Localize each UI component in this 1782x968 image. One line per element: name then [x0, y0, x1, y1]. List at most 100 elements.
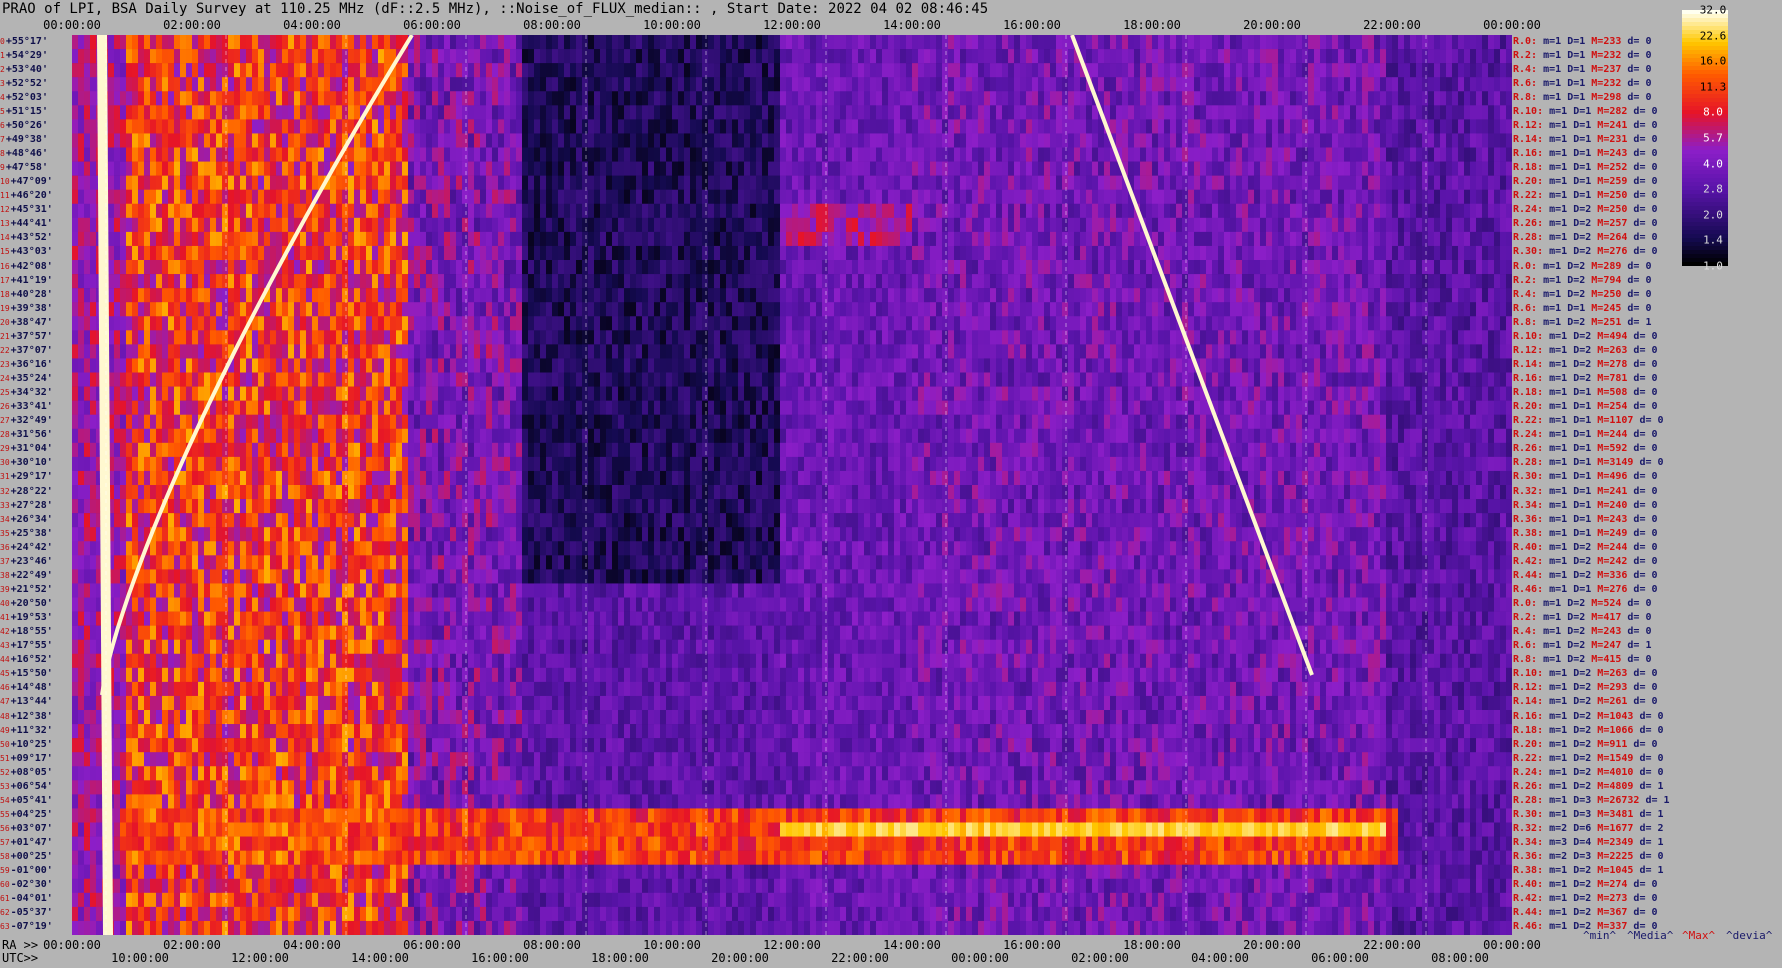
dec-label: 57+01°47' [0, 837, 53, 848]
dec-value: +19°53' [10, 612, 53, 624]
dec-value: +25°38' [10, 527, 53, 539]
stat-row-name: R.30: [1513, 808, 1544, 820]
stat-row-name: R.6: [1513, 640, 1538, 652]
utc-tick: 10:00:00 [111, 951, 169, 965]
dec-value: +55°17' [5, 35, 48, 47]
stat-min-dev: m=1 D=2 [1537, 260, 1592, 272]
row-index: 5 [0, 106, 5, 116]
dec-value: +39°38' [10, 302, 53, 314]
ra-tick: 20:00:00 [1243, 938, 1301, 952]
stat-devia: d= 0 [1627, 513, 1658, 525]
row-stat: R.0: m=1 D=2 M=524 d= 0 [1513, 598, 1652, 609]
stat-row-name: R.2: [1513, 49, 1538, 61]
stat-max: M=2349 [1597, 837, 1634, 849]
stat-row-name: R.16: [1513, 710, 1544, 722]
stat-max: M=232 [1591, 77, 1622, 89]
row-stat: R.32: m=1 D=1 M=241 d= 0 [1513, 486, 1658, 497]
row-index: 0 [0, 36, 5, 46]
dec-value: +27°28' [10, 499, 53, 511]
row-index: 40 [0, 599, 10, 608]
row-stat: R.16: m=1 D=1 M=243 d= 0 [1513, 148, 1658, 159]
stat-min-dev: m=2 D=6 [1543, 823, 1598, 834]
stat-min-dev: m=1 D=2 [1537, 654, 1592, 666]
ra-tick: 12:00:00 [763, 938, 821, 952]
stat-devia: d= 0 [1627, 738, 1658, 750]
heatmap-row [72, 766, 1512, 781]
row-stat: R.46: m=1 D=1 M=276 d= 0 [1513, 584, 1658, 595]
source-track-vertical [97, 35, 113, 935]
top-ra-tick: 12:00:00 [763, 18, 821, 32]
stat-row-name: R.18: [1513, 162, 1544, 174]
heatmap-row [72, 203, 1512, 219]
row-index: 20 [0, 317, 10, 327]
stat-devia: d= 0 [1633, 766, 1664, 778]
stat-min-dev: m=1 D=2 [1543, 879, 1598, 891]
dec-label: 60-02°30' [0, 879, 53, 890]
dec-label: 16+42°08' [0, 261, 53, 272]
dec-label: 33+27°28' [0, 500, 53, 511]
dec-label: 4+52°03' [0, 92, 48, 103]
stat-devia: d= 0 [1627, 330, 1658, 342]
dec-label: 48+12°38' [0, 711, 53, 722]
dec-value: +11°32' [10, 724, 53, 736]
stat-devia: d= 0 [1627, 879, 1658, 891]
stat-min-dev: m=1 D=1 [1543, 387, 1598, 399]
stat-min-dev: m=1 D=2 [1537, 612, 1592, 624]
dec-value: +38°47' [10, 316, 53, 328]
stat-min-dev: m=1 D=2 [1537, 316, 1592, 328]
row-index: 31 [0, 472, 10, 482]
stat-row-name: R.44: [1513, 907, 1544, 919]
stat-max: M=3149 [1597, 457, 1634, 469]
row-index: 63 [0, 922, 10, 932]
row-stat: R.4: m=1 D=1 M=237 d= 0 [1513, 64, 1652, 75]
stat-row-name: R.20: [1513, 738, 1544, 750]
stat-devia: d= 0 [1627, 583, 1658, 595]
row-index: 62 [0, 908, 10, 918]
row-index: 61 [0, 894, 10, 904]
colorbar-tick: 1.4 [1703, 233, 1723, 247]
heatmap-row [72, 681, 1512, 697]
row-stat: R.24: m=1 D=1 M=244 d= 0 [1513, 429, 1658, 440]
heatmap-row [72, 878, 1512, 894]
ra-axis-label: RA >> [2, 938, 39, 952]
colorbar-step [1682, 226, 1728, 231]
stat-min-dev: m=1 D=2 [1543, 246, 1598, 258]
colorbar-tick: 5.7 [1703, 131, 1723, 145]
stat-min-dev: m=1 D=2 [1543, 358, 1598, 370]
chart-title: PRAO of LPI, BSA Daily Survey at 110.25 … [2, 1, 989, 17]
stat-max: M=276 [1597, 246, 1628, 258]
legend-max: ^Max^ [1682, 929, 1716, 942]
dec-label: 12+45°31' [0, 204, 53, 215]
ra-tick: 10:00:00 [643, 938, 701, 952]
top-ra-tick: 04:00:00 [283, 18, 341, 32]
row-stat: R.2: m=1 D=2 M=417 d= 0 [1513, 612, 1652, 623]
row-stat: R.38: m=1 D=1 M=249 d= 0 [1513, 528, 1658, 539]
stat-min-dev: m=1 D=1 [1543, 133, 1598, 145]
dec-value: +41°19' [10, 274, 53, 286]
heatmap-row [72, 442, 1512, 458]
stat-devia: d= 0 [1621, 49, 1652, 61]
stat-min-dev: m=1 D=2 [1543, 344, 1598, 356]
heatmap-row [72, 639, 1512, 655]
colorbar-step [1682, 202, 1728, 207]
heatmap-row [72, 653, 1512, 669]
dec-label: 18+40°28' [0, 289, 53, 300]
row-stat: R.42: m=1 D=2 M=273 d= 0 [1513, 893, 1658, 904]
stat-max: M=1677 [1597, 823, 1634, 834]
heatmap-row [72, 724, 1512, 739]
stat-row-name: R.0: [1513, 260, 1538, 272]
stat-min-dev: m=1 D=2 [1543, 232, 1598, 244]
stat-row-name: R.34: [1513, 837, 1544, 849]
legend-dev: ^devia^ [1726, 929, 1773, 942]
stat-min-dev: m=1 D=1 [1543, 162, 1598, 174]
dec-value: +52°52' [5, 77, 48, 89]
stat-max: M=263 [1597, 668, 1628, 680]
stat-devia: d= 0 [1621, 91, 1652, 103]
dec-value: +37°57' [10, 330, 53, 342]
stat-devia: d= 0 [1627, 204, 1658, 216]
dec-value: +46°20' [10, 190, 53, 202]
heatmap-row [72, 569, 1512, 584]
dec-value: +43°52' [10, 232, 53, 244]
dec-label: 38+22°49' [0, 570, 53, 581]
stat-max: M=524 [1591, 598, 1622, 609]
